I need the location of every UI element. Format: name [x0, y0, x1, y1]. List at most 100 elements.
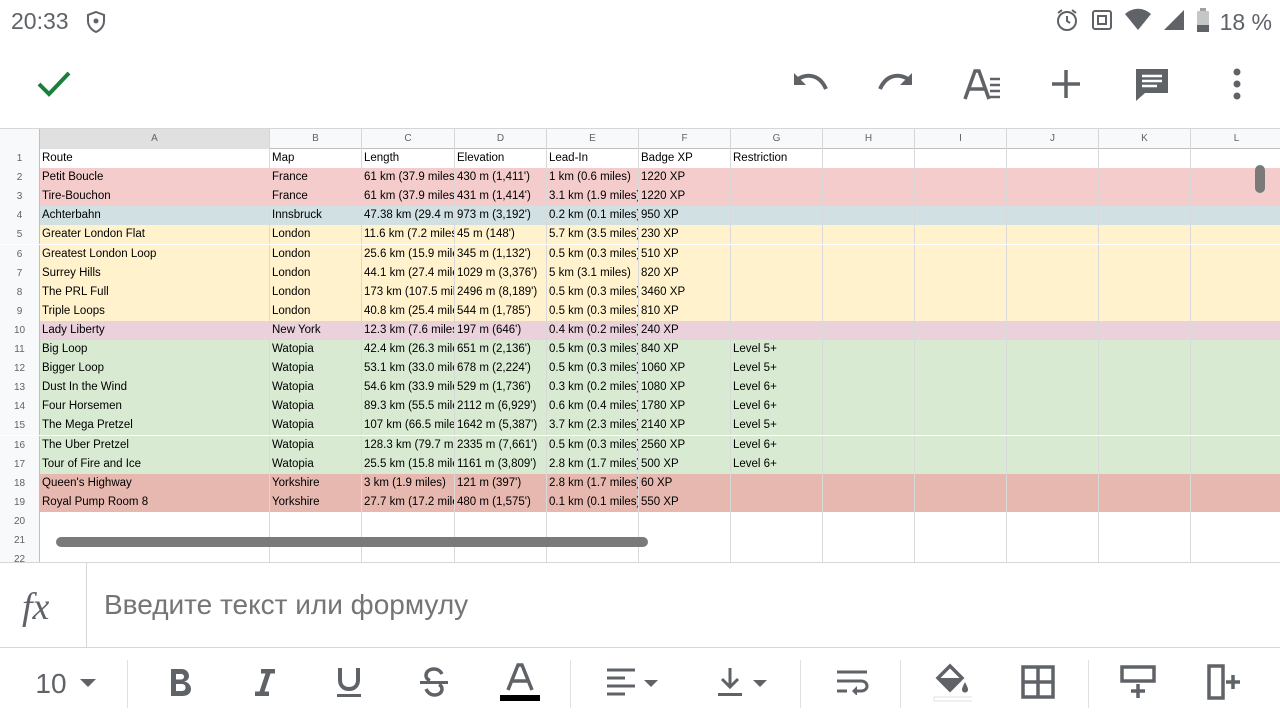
cell[interactable]: 1161 m (3,809') — [455, 454, 547, 474]
strikethrough-button[interactable] — [412, 660, 456, 708]
row-number[interactable]: 5 — [0, 225, 40, 245]
cell[interactable] — [639, 511, 731, 531]
cell[interactable]: 2496 m (8,189') — [455, 282, 547, 302]
cell[interactable]: 25.6 km (15.9 miles) — [362, 244, 455, 264]
cell[interactable] — [731, 492, 823, 512]
cell[interactable] — [823, 301, 915, 321]
cell[interactable]: 240 XP — [639, 320, 731, 340]
cell[interactable]: France — [270, 168, 362, 188]
cell[interactable]: 480 m (1,575') — [455, 492, 547, 512]
cell[interactable]: Route — [40, 149, 270, 168]
cell[interactable] — [40, 511, 270, 531]
cell[interactable]: Map — [270, 149, 362, 168]
cell[interactable] — [731, 320, 823, 340]
cell[interactable] — [915, 378, 1007, 398]
cell[interactable]: 61 km (37.9 miles) — [362, 187, 455, 207]
cell[interactable]: 5.7 km (3.5 miles) — [547, 225, 639, 245]
cell[interactable] — [1007, 492, 1099, 512]
cell[interactable]: 973 m (3,192') — [455, 206, 547, 226]
cell[interactable]: 1 km (0.6 miles) — [547, 168, 639, 188]
cell[interactable] — [1099, 492, 1191, 512]
cell[interactable]: 1080 XP — [639, 378, 731, 398]
cell[interactable] — [1099, 301, 1191, 321]
cell[interactable]: The Uber Pretzel — [40, 435, 270, 455]
comment-button[interactable] — [1128, 62, 1176, 110]
cell[interactable] — [1099, 320, 1191, 340]
cell[interactable]: Bigger Loop — [40, 359, 270, 379]
cell[interactable] — [1191, 244, 1280, 264]
cell[interactable]: London — [270, 225, 362, 245]
cell[interactable]: Greater London Flat — [40, 225, 270, 245]
cell[interactable] — [1007, 263, 1099, 283]
cell[interactable] — [1007, 244, 1099, 264]
cell[interactable]: 61 km (37.9 miles) — [362, 168, 455, 188]
column-header-h[interactable]: H — [823, 129, 915, 149]
cell[interactable]: London — [270, 263, 362, 283]
row-number[interactable]: 19 — [0, 492, 40, 512]
cell[interactable]: 42.4 km (26.3 miles) — [362, 340, 455, 359]
cell[interactable]: 121 m (397') — [455, 473, 547, 493]
cell[interactable]: 1029 m (3,376') — [455, 263, 547, 283]
cell[interactable]: Yorkshire — [270, 492, 362, 512]
cell[interactable] — [270, 511, 362, 531]
cell[interactable] — [1099, 550, 1191, 562]
cell[interactable]: 5 km (3.1 miles) — [547, 263, 639, 283]
cell[interactable] — [823, 531, 915, 550]
cell[interactable]: 107 km (66.5 miles) — [362, 416, 455, 436]
cell[interactable]: 0.3 km (0.2 miles) — [547, 378, 639, 398]
cell[interactable]: Petit Boucle — [40, 168, 270, 188]
cell[interactable]: 0.6 km (0.4 miles) — [547, 397, 639, 417]
cell[interactable] — [823, 149, 915, 168]
cell[interactable] — [1099, 149, 1191, 168]
select-all-corner[interactable] — [0, 129, 40, 149]
cell[interactable] — [1191, 282, 1280, 302]
cell[interactable]: 431 m (1,414') — [455, 187, 547, 207]
cell[interactable] — [915, 244, 1007, 264]
horizontal-align-dropdown[interactable] — [600, 660, 664, 708]
cell[interactable]: Elevation — [455, 149, 547, 168]
row-number[interactable]: 3 — [0, 187, 40, 207]
cell[interactable] — [1099, 340, 1191, 359]
cell[interactable] — [731, 473, 823, 493]
cell[interactable]: Level 6+ — [731, 378, 823, 398]
cell[interactable]: Length — [362, 149, 455, 168]
cell[interactable] — [1099, 454, 1191, 474]
cell[interactable]: Royal Pump Room 8 — [40, 492, 270, 512]
cell[interactable]: 40.8 km (25.4 miles) — [362, 301, 455, 321]
cell[interactable] — [1191, 473, 1280, 493]
cell[interactable] — [1191, 168, 1280, 188]
cell[interactable] — [915, 187, 1007, 207]
row-number[interactable]: 14 — [0, 397, 40, 417]
cell[interactable] — [915, 149, 1007, 168]
cell[interactable]: London — [270, 282, 362, 302]
cell[interactable]: 47.38 km (29.4 miles) — [362, 206, 455, 226]
cell[interactable]: Watopia — [270, 435, 362, 455]
cell[interactable]: 544 m (1,785') — [455, 301, 547, 321]
cell[interactable]: 3.7 km (2.3 miles) — [547, 416, 639, 436]
cell[interactable]: 0.5 km (0.3 miles) — [547, 359, 639, 379]
cell[interactable]: France — [270, 187, 362, 207]
cell[interactable] — [915, 263, 1007, 283]
cell[interactable]: 27.7 km (17.2 miles) — [362, 492, 455, 512]
cell[interactable] — [823, 206, 915, 226]
cell[interactable]: Level 6+ — [731, 435, 823, 455]
row-number[interactable]: 18 — [0, 473, 40, 493]
row-number[interactable]: 8 — [0, 282, 40, 302]
cell[interactable]: 197 m (646') — [455, 320, 547, 340]
cell[interactable] — [823, 416, 915, 436]
cell[interactable]: Watopia — [270, 378, 362, 398]
cell[interactable]: The Mega Pretzel — [40, 416, 270, 436]
cell[interactable]: 1060 XP — [639, 359, 731, 379]
cell[interactable] — [823, 473, 915, 493]
cell[interactable] — [1099, 531, 1191, 550]
cell[interactable] — [1007, 531, 1099, 550]
cell[interactable] — [1007, 206, 1099, 226]
cell[interactable]: 510 XP — [639, 244, 731, 264]
cell[interactable] — [915, 435, 1007, 455]
row-number[interactable]: 12 — [0, 359, 40, 379]
cell[interactable] — [1191, 263, 1280, 283]
cell[interactable] — [1191, 320, 1280, 340]
cell[interactable]: Dust In the Wind — [40, 378, 270, 398]
cell[interactable] — [915, 511, 1007, 531]
row-number[interactable]: 10 — [0, 320, 40, 340]
